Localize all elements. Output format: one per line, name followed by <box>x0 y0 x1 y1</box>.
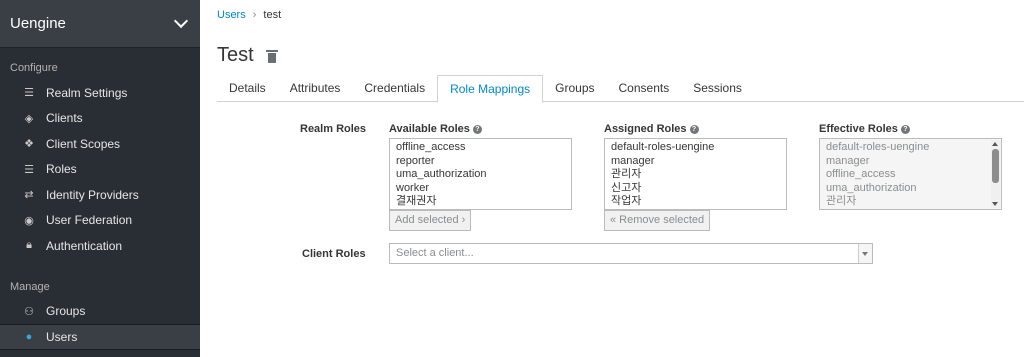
breadcrumb-users-link[interactable]: Users <box>217 9 246 21</box>
sidebar-item-authentication[interactable]: 🔒︎ Authentication <box>0 233 200 259</box>
realm-roles-label: Realm Roles <box>300 123 367 135</box>
users-icon: ⚇ <box>24 305 34 318</box>
tab-details[interactable]: Details <box>217 75 278 102</box>
exchange-icon: ⇄ <box>24 189 34 202</box>
client-select-placeholder: Select a client... <box>396 247 474 259</box>
scroll-thumb[interactable] <box>992 149 999 183</box>
realm-name: Uengine <box>10 15 66 32</box>
sidebar-item-label: Clients <box>46 111 83 126</box>
sidebar-item-label: Identity Providers <box>46 187 139 202</box>
user-icon: ● <box>25 330 33 343</box>
available-roles-text: Available Roles <box>389 123 470 135</box>
help-icon[interactable]: ? <box>472 124 482 134</box>
assigned-roles-label: Assigned Roles? <box>604 123 699 135</box>
list-item[interactable]: manager <box>826 155 995 169</box>
remove-selected-button[interactable]: « Remove selected <box>604 210 711 231</box>
list-item[interactable]: uma_authorization <box>826 182 995 196</box>
available-roles-listbox[interactable]: offline_access reporter uma_authorization w… <box>389 138 572 210</box>
sidebar-item-label: Groups <box>46 304 86 319</box>
manage-section-title: Manage <box>10 280 50 293</box>
sidebar-item-user-federation[interactable]: ◉ User Federation <box>0 208 200 234</box>
breadcrumb-separator-icon: › <box>252 9 257 21</box>
sidebar-item-label: User Federation <box>46 213 133 228</box>
chevron-down-icon <box>173 13 189 28</box>
database-icon: ◉ <box>24 214 34 227</box>
tab-consents[interactable]: Consents <box>607 75 682 102</box>
list-item[interactable]: 신고자 <box>611 182 780 196</box>
scroll-down-icon[interactable] <box>992 202 998 206</box>
sliders-icon: ☰ <box>24 87 34 100</box>
scroll-up-icon[interactable] <box>992 142 998 146</box>
client-roles-label: Client Roles <box>302 248 366 260</box>
list-item[interactable]: offline_access <box>826 168 995 182</box>
tab-bar: Details Attributes Credentials Role Mapping… <box>217 75 1024 103</box>
lock-icon: 🔒︎ <box>26 239 32 252</box>
sidebar-item-label: Client Scopes <box>46 136 121 151</box>
list-item[interactable]: 작업자 <box>611 195 780 209</box>
list-item[interactable]: uma_authorization <box>396 168 565 182</box>
client-select[interactable]: Select a client... <box>389 243 873 264</box>
list-icon: ☰ <box>24 163 34 176</box>
sidebar-item-users[interactable]: ● Users <box>0 324 200 350</box>
effective-roles-text: Effective Roles <box>819 123 898 135</box>
caret-down-icon <box>862 252 868 256</box>
page-title-text: Test <box>217 44 254 66</box>
list-item[interactable]: 결재권자 <box>396 195 565 209</box>
cubes-icon: ❖ <box>24 138 34 151</box>
effective-roles-listbox[interactable]: default-roles-uengine manager offline_acce… <box>819 138 1002 210</box>
list-item[interactable]: 관리자 <box>826 195 995 209</box>
breadcrumb-current: test <box>263 9 282 21</box>
sidebar-item-label: Roles <box>46 162 77 177</box>
sidebar-item-groups[interactable]: ⚇ Groups <box>0 299 200 325</box>
assigned-roles-listbox[interactable]: default-roles-uengine manager 관리자 신고자 작업자 <box>604 138 787 210</box>
sidebar-item-identity-providers[interactable]: ⇄ Identity Providers <box>0 182 200 208</box>
tab-sessions[interactable]: Sessions <box>681 75 754 102</box>
sidebar: Uengine Configure ☰ Realm Settings ◈ Client… <box>0 0 200 357</box>
help-icon[interactable]: ? <box>900 124 910 134</box>
tab-attributes[interactable]: Attributes <box>278 75 353 102</box>
list-item[interactable]: default-roles-uengine <box>826 141 995 155</box>
realm-selector[interactable]: Uengine <box>0 0 200 48</box>
available-roles-label: Available Roles? <box>389 123 482 135</box>
list-item[interactable]: worker <box>396 182 565 196</box>
list-item[interactable]: reporter <box>396 155 565 169</box>
effective-roles-label: Effective Roles? <box>819 123 910 135</box>
list-item[interactable]: default-roles-uengine <box>611 141 780 155</box>
list-item[interactable]: manager <box>611 155 780 169</box>
sidebar-item-client-scopes[interactable]: ❖ Client Scopes <box>0 131 200 157</box>
sidebar-item-clients[interactable]: ◈ Clients <box>0 106 200 132</box>
sidebar-item-label: Users <box>46 329 78 344</box>
cube-icon: ◈ <box>24 112 34 125</box>
tab-role-mappings[interactable]: Role Mappings <box>437 75 544 103</box>
breadcrumb: Users › test <box>217 9 281 21</box>
client-select-toggle[interactable] <box>858 244 872 263</box>
effective-roles-scrollbar[interactable] <box>991 140 1000 208</box>
assigned-roles-text: Assigned Roles <box>604 123 687 135</box>
list-item[interactable]: offline_access <box>396 141 565 155</box>
sidebar-item-label: Realm Settings <box>46 85 128 100</box>
page-title: Test <box>217 44 278 67</box>
sidebar-item-realm-settings[interactable]: ☰ Realm Settings <box>0 80 200 106</box>
tab-groups[interactable]: Groups <box>543 75 606 102</box>
help-icon[interactable]: ? <box>689 124 699 134</box>
configure-section-title: Configure <box>10 62 58 74</box>
add-selected-button[interactable]: Add selected › <box>389 210 472 231</box>
trash-icon[interactable] <box>265 49 278 63</box>
sidebar-item-label: Authentication <box>46 238 123 253</box>
tab-credentials[interactable]: Credentials <box>352 75 437 102</box>
sidebar-item-roles[interactable]: ☰ Roles <box>0 157 200 183</box>
list-item[interactable]: 관리자 <box>611 168 780 182</box>
